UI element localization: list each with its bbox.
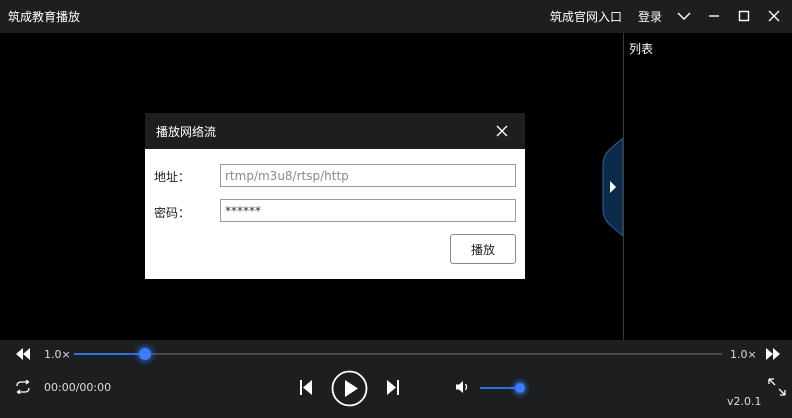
fast-forward-icon[interactable] bbox=[765, 347, 781, 361]
loop-icon[interactable] bbox=[14, 380, 32, 394]
play-icon[interactable] bbox=[331, 370, 368, 407]
password-input[interactable] bbox=[220, 199, 516, 222]
address-label: 地址： bbox=[154, 170, 191, 184]
volume-icon[interactable] bbox=[455, 380, 471, 394]
panel-toggle-button[interactable] bbox=[601, 138, 623, 236]
dialog-title: 播放网络流 bbox=[156, 125, 217, 139]
control-bar: 1.0× 1.0× 00:00/00:00 v2.0.1 bbox=[0, 340, 792, 418]
dialog-header: 播放网络流 bbox=[145, 113, 525, 149]
rewind-icon[interactable] bbox=[15, 347, 31, 361]
fullscreen-icon[interactable] bbox=[767, 377, 787, 397]
play-network-stream-dialog: 播放网络流 地址： 密码： 播放 bbox=[145, 113, 525, 279]
minimize-icon[interactable] bbox=[705, 7, 723, 25]
dropdown-chevron-icon[interactable] bbox=[675, 7, 693, 25]
progress-handle[interactable] bbox=[139, 348, 152, 360]
password-label: 密码： bbox=[154, 206, 191, 220]
previous-icon[interactable] bbox=[299, 379, 313, 396]
volume-fill bbox=[480, 387, 520, 389]
app-title: 筑成教育播放 bbox=[8, 10, 81, 24]
progress-bar[interactable] bbox=[74, 348, 722, 360]
volume-handle[interactable] bbox=[514, 383, 525, 393]
login-button[interactable]: 登录 bbox=[638, 8, 662, 25]
play-button[interactable]: 播放 bbox=[450, 234, 516, 264]
volume-slider[interactable] bbox=[480, 383, 525, 393]
time-display: 00:00/00:00 bbox=[44, 381, 112, 394]
dialog-close-icon[interactable] bbox=[494, 123, 510, 139]
official-site-link[interactable]: 筑成官网入口 bbox=[550, 8, 622, 25]
version-label: v2.0.1 bbox=[727, 395, 762, 408]
title-bar: 筑成教育播放 筑成官网入口 登录 bbox=[0, 0, 792, 33]
next-icon[interactable] bbox=[386, 379, 400, 396]
speed-left-label[interactable]: 1.0× bbox=[44, 348, 71, 361]
speed-right-label[interactable]: 1.0× bbox=[730, 348, 757, 361]
playlist-title: 列表 bbox=[629, 42, 654, 56]
address-input[interactable] bbox=[220, 164, 516, 187]
progress-fill bbox=[74, 353, 146, 355]
playlist-panel: 列表 bbox=[623, 33, 792, 340]
close-icon[interactable] bbox=[765, 7, 783, 25]
maximize-icon[interactable] bbox=[735, 7, 753, 25]
